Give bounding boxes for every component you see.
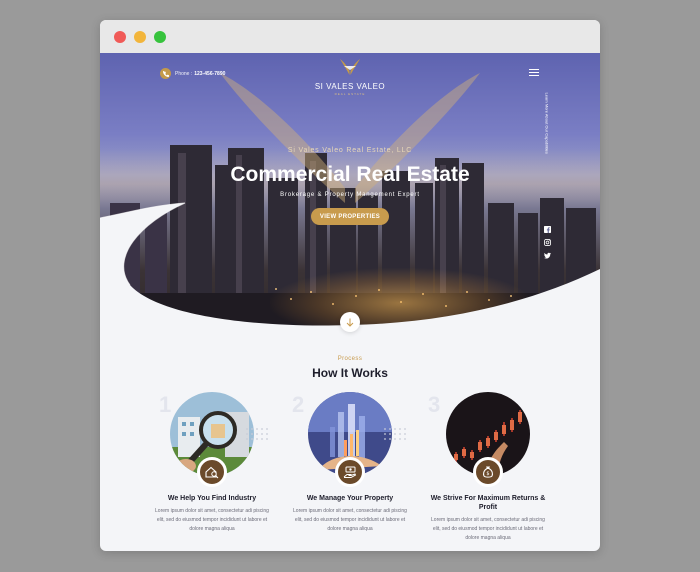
hero-headline: Commercial Real Estate	[230, 163, 470, 186]
side-vertical-link[interactable]: Learn More About Our Capabilities	[545, 88, 550, 198]
header-phone[interactable]: Phone : 123-456-7890	[160, 68, 225, 79]
minimize-window-button[interactable]	[134, 31, 146, 43]
step-number: 1	[159, 392, 172, 417]
logo-subtitle: REAL ESTATE	[334, 92, 366, 96]
window-titlebar	[100, 20, 600, 53]
house-search-icon	[197, 457, 227, 487]
view-properties-button[interactable]: VIEW PROPERTIES	[311, 208, 389, 225]
phone-number[interactable]: 123-456-7890	[194, 71, 225, 77]
arrow-down-icon	[346, 318, 354, 327]
step-description: Lorem ipsum dolor sit amet, consectetur …	[431, 517, 545, 541]
step-title: We Help You Find Industry	[167, 495, 257, 502]
maximize-window-button[interactable]	[154, 31, 166, 43]
money-bag-icon: $	[473, 457, 503, 487]
facebook-icon[interactable]	[544, 226, 551, 233]
step-title: We Manage Your Property	[306, 495, 394, 502]
step-description: Lorem ipsum dolor sit amet, consectetur …	[293, 508, 407, 532]
site-logo[interactable]: SI VALES VALEO REAL ESTATE	[310, 58, 390, 96]
close-window-button[interactable]	[114, 31, 126, 43]
social-links	[544, 226, 552, 265]
hero-curve-shape	[100, 202, 600, 353]
process-label: Process	[337, 356, 363, 362]
dots-pattern	[384, 428, 406, 440]
instagram-icon[interactable]	[544, 239, 551, 246]
hero-company-name: Si Vales Valeo Real Estate, LLC	[287, 147, 413, 154]
dots-pattern	[246, 428, 268, 440]
scroll-down-button[interactable]	[340, 312, 360, 332]
step-description: Lorem ipsum dolor sit amet, consectetur …	[155, 508, 269, 532]
hero-tagline: Brokerage & Property Mangement Expert	[280, 192, 420, 198]
step-number: 3	[428, 392, 441, 417]
phone-icon	[160, 68, 171, 79]
wings-logo-icon	[340, 59, 360, 75]
logo-name: SI VALES VALEO	[314, 82, 386, 91]
svg-text:$: $	[486, 471, 489, 477]
step-number: 2	[292, 392, 305, 417]
hand-money-icon	[335, 457, 365, 487]
browser-window: Phone : 123-456-7890 SI VALES VALEO REAL…	[100, 20, 600, 551]
phone-label: Phone :	[175, 70, 193, 77]
step-title: We Strive For Maximum Returns & Profit	[430, 495, 546, 512]
hamburger-menu-icon[interactable]	[529, 69, 539, 78]
process-title: How It Works	[312, 366, 388, 380]
side-link-text[interactable]: Learn More About Our Capabilities	[545, 93, 550, 193]
twitter-icon[interactable]	[544, 252, 551, 259]
